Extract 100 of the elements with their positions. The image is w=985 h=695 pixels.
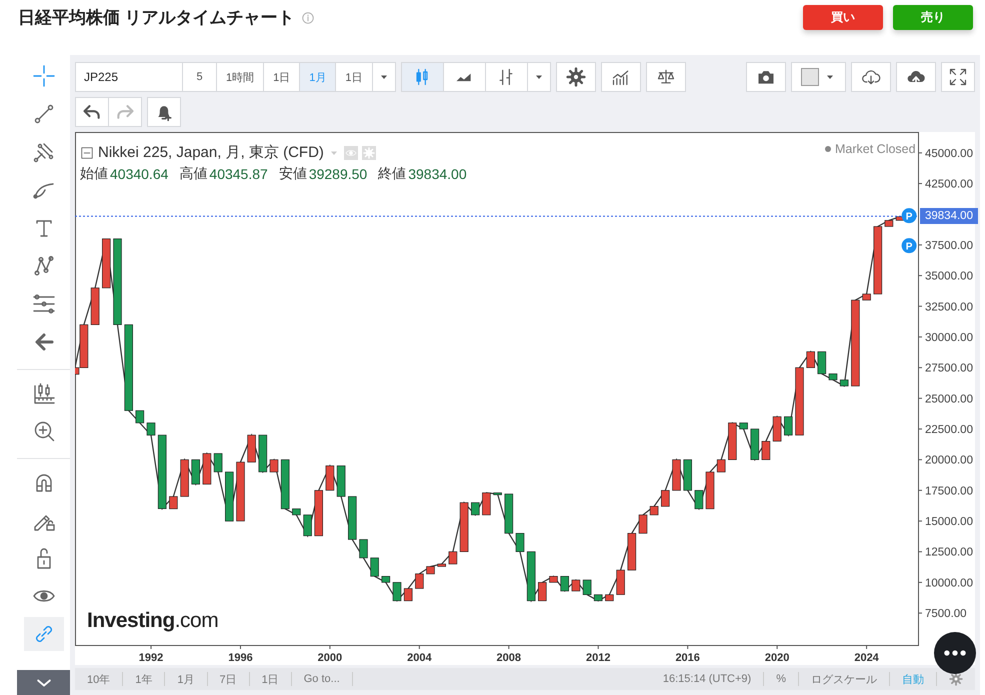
candle	[572, 580, 580, 592]
tool-button[interactable]	[24, 617, 64, 651]
y-tick-label: 20000.00	[925, 454, 973, 467]
candle	[628, 533, 636, 570]
candle	[516, 533, 524, 552]
candle	[683, 459, 692, 491]
buy-button[interactable]: 買い	[803, 5, 883, 30]
toolbar-button[interactable]	[896, 62, 936, 92]
x-tick	[329, 644, 330, 650]
toolbar-button[interactable]	[600, 62, 640, 92]
candle	[460, 502, 468, 552]
candle	[526, 551, 536, 602]
fibonacci-icon[interactable]	[32, 292, 56, 316]
candle	[560, 576, 569, 592]
candle-ruler-icon[interactable]	[32, 381, 56, 405]
toolbar-button[interactable]	[556, 62, 596, 92]
goto-button[interactable]: Go to...	[292, 672, 353, 686]
settings-icon	[566, 67, 586, 87]
toolbar-button[interactable]	[851, 62, 891, 92]
candle	[448, 551, 458, 564]
y-tick-label: 22500.00	[925, 424, 973, 436]
candle	[236, 462, 245, 522]
marker	[902, 238, 917, 254]
candle	[326, 466, 334, 491]
ohlc-label: 始値	[80, 165, 108, 183]
crosshair-icon[interactable]	[32, 64, 56, 88]
candle	[90, 288, 100, 325]
series-title: Nikkei 225, Japan, 月, 東京 (CFD)	[98, 143, 324, 162]
candle	[292, 508, 301, 516]
candle	[214, 453, 222, 472]
candle	[549, 576, 558, 583]
scale-option[interactable]: ログスケール	[799, 672, 890, 686]
ohlc-value: 39289.50	[308, 166, 368, 182]
ohlc-value: 39834.00	[408, 166, 467, 182]
toolbar-button[interactable]	[646, 62, 686, 92]
ohlc-label: 安値	[278, 165, 307, 183]
interval-button[interactable]: 1月	[300, 63, 336, 91]
marker	[902, 208, 917, 224]
candle	[884, 220, 894, 227]
candle	[482, 492, 491, 516]
info-icon	[300, 10, 315, 24]
candle	[840, 380, 848, 386]
candle	[348, 496, 357, 540]
settings-icon	[362, 146, 375, 158]
candle	[818, 351, 826, 374]
ohlc-label: 高値	[179, 165, 208, 183]
zigzag-icon[interactable]	[32, 254, 56, 278]
clock-time: 16:15:14 (UTC+9)	[650, 672, 764, 686]
candle	[874, 226, 882, 294]
candle	[605, 594, 614, 602]
x-tick-label: 2020	[764, 652, 790, 664]
range-button[interactable]: 10年	[75, 672, 124, 686]
x-tick-label: 2012	[586, 652, 610, 664]
y-tick-label: 17500.00	[925, 485, 973, 498]
candle	[594, 594, 602, 602]
y-tick-label: 12500.00	[925, 546, 973, 559]
candle	[359, 539, 368, 558]
candle	[493, 492, 502, 496]
x-tick-label: 1996	[228, 652, 253, 664]
range-button[interactable]: 7日	[208, 672, 250, 686]
candle	[280, 459, 290, 510]
candle	[191, 459, 200, 484]
x-tick	[240, 644, 241, 650]
y-tick-label: 30000.00	[925, 332, 973, 344]
y-tick-label: 25000.00	[925, 393, 973, 406]
toolbar-button[interactable]	[746, 62, 786, 92]
sell-button[interactable]: 売り	[893, 5, 973, 30]
x-tick	[866, 644, 868, 650]
candle	[202, 453, 212, 484]
candle	[716, 459, 726, 472]
x-tick-label: 2016	[675, 652, 700, 664]
candle	[370, 558, 379, 577]
candle	[828, 374, 838, 380]
candle	[504, 494, 514, 534]
candle	[392, 582, 402, 602]
toolbar-button[interactable]	[147, 97, 181, 127]
candle	[437, 564, 446, 567]
candle	[415, 574, 424, 589]
range-button[interactable]: 1年	[123, 672, 166, 686]
toolbar-button[interactable]	[941, 62, 975, 92]
page-title: 日経平均株価 リアルタイムチャート	[18, 7, 295, 29]
range-button[interactable]: 1日	[250, 672, 292, 686]
candle	[739, 422, 748, 430]
redo-icon	[115, 102, 135, 122]
collapse-button[interactable]	[17, 670, 70, 695]
candle	[136, 410, 144, 424]
scale-option[interactable]: 自動	[890, 672, 937, 686]
x-tick-label: 2000	[318, 652, 342, 664]
candle	[538, 582, 547, 602]
candle	[616, 570, 625, 595]
candle	[795, 367, 804, 436]
scale-option[interactable]: %	[764, 672, 799, 686]
candle	[102, 238, 111, 288]
x-tick	[776, 644, 778, 650]
range-button[interactable]: 1月	[165, 672, 208, 686]
candle	[180, 459, 189, 497]
y-tick-label: 27500.00	[925, 362, 973, 375]
candle	[661, 490, 670, 507]
y-tick-label: 37500.00	[925, 240, 973, 252]
candle	[784, 416, 793, 436]
